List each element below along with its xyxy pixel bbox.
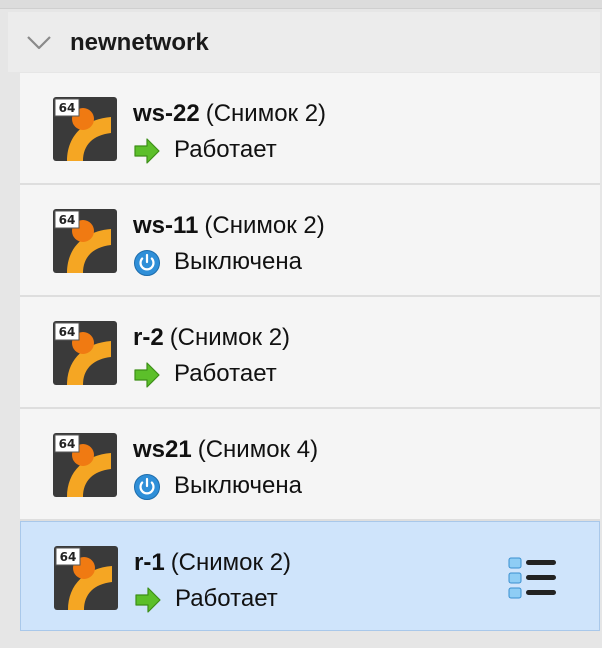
vm-item[interactable]: 64 ws-11 (Снимок 2) Выключена [20,185,600,297]
group-title: newnetwork [70,29,209,56]
vm-snapshot: (Снимок 2) [169,324,291,351]
running-arrow-icon [134,362,160,388]
vm-snapshot: (Снимок 2) [204,212,325,239]
power-off-icon [134,250,160,276]
vm-item[interactable]: 64 ws21 (Снимок 4) Выключена [20,409,600,521]
running-arrow-icon [134,138,160,164]
os-icon: 64 [54,546,118,610]
vm-state: Работает [174,360,277,387]
vm-snapshot: (Снимок 4) [197,436,319,463]
vm-state: Работает [174,136,277,163]
vm-item[interactable]: 64 ws-22 (Снимок 2) Работает [20,73,600,185]
vm-name: ws21 [133,436,192,463]
vm-state: Работает [175,585,278,612]
vm-item[interactable]: 64 r-2 (Снимок 2) Работает [20,297,600,409]
vm-state: Выключена [174,472,302,499]
vm-title: r-2 (Снимок 2) [133,324,290,352]
vm-name: r-2 [133,324,164,351]
os-icon: 64 [53,209,117,273]
arch-badge: 64 [59,325,76,339]
vm-state: Выключена [174,248,302,275]
vm-title: ws-11 (Снимок 2) [133,212,325,240]
power-off-icon [134,474,160,500]
vm-title: r-1 (Снимок 2) [134,549,291,577]
os-icon: 64 [53,97,117,161]
os-icon: 64 [53,433,117,497]
vm-title: ws-22 (Снимок 2) [133,100,326,128]
vm-title: ws21 (Снимок 4) [133,436,318,464]
toolbar-edge [0,0,602,9]
vm-snapshot: (Снимок 2) [170,549,292,576]
vm-name: r-1 [134,549,165,576]
machine-tools-menu-icon[interactable] [508,556,558,600]
vm-snapshot: (Снимок 2) [205,100,327,127]
os-icon: 64 [53,321,117,385]
group-header[interactable]: newnetwork [8,12,600,72]
vm-name: ws-11 [133,212,199,239]
arch-badge: 64 [59,101,76,115]
vm-name: ws-22 [133,100,200,127]
chevron-down-icon[interactable] [26,32,52,52]
vm-list-panel: newnetwork 64 ws-22(Снимок 2) Работает [0,0,602,648]
vm-item-selected[interactable]: 64 r-1 (Снимок 2) Работает [20,521,600,631]
arch-badge: 64 [59,213,76,227]
vm-list: 64 ws-22 (Снимок 2) Работает 64 ws-11 (Сни… [20,73,600,631]
arch-badge: 64 [60,550,77,564]
arch-badge: 64 [59,437,76,451]
running-arrow-icon [135,587,161,613]
